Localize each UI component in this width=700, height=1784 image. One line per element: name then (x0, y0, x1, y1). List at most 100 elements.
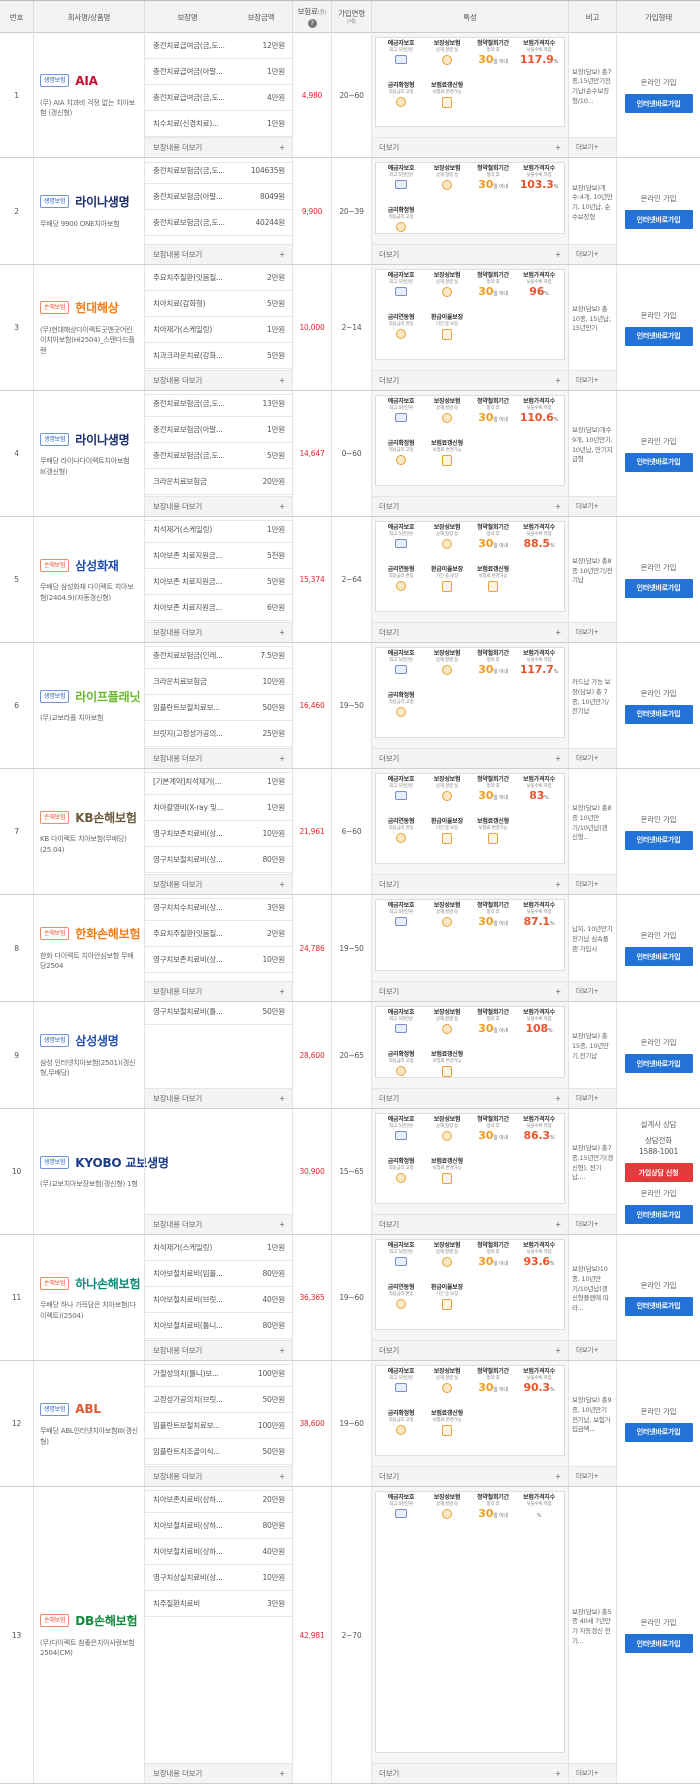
features-more-button[interactable]: 더보기 + (372, 748, 568, 768)
features-more-button[interactable]: 더보기 + (372, 1763, 568, 1783)
product-name[interactable]: (무)현대해상다이렉트굿앤굿어린이치아보험(Hi2504)_스탠다드플랜 (40, 325, 138, 357)
product-name[interactable]: 무배당 9900 ONE치아보험 (40, 219, 138, 230)
note-more-button[interactable]: 더보기 + (569, 981, 616, 1001)
coverage-more-button[interactable]: 보장내용 더보기 + (145, 1763, 292, 1783)
note-more-button[interactable]: 더보기 + (569, 1763, 616, 1783)
direct-join-button[interactable]: 인터넷바로가입 (624, 326, 693, 346)
product-name[interactable]: KB 다이렉트 치아보험(무배당)(25.04) (40, 834, 138, 855)
coverage-cell: 치아보존치료비(상하... 20만원 치아보철치료비(상하... 80만원 치아보철치료… (144, 1487, 292, 1783)
direct-join-button[interactable]: 인터넷바로가입 (624, 452, 693, 472)
product-name[interactable]: 삼성 인터넷치아보험(2501)(갱신형,무배당) (40, 1058, 138, 1079)
feature-renewal: 보험료갱신형 보험료 변경가능 (424, 82, 470, 123)
feature-deposit-protection: 예금자보호 최고 5천만원 (378, 272, 424, 313)
note-more-button[interactable]: 더보기 + (569, 496, 616, 516)
feature-guarantee-title: 보장성보험 (433, 650, 461, 657)
direct-join-button[interactable]: 인터넷바로가입 (624, 1054, 693, 1073)
direct-join-button[interactable]: 인터넷바로가입 (624, 704, 693, 724)
coverage-more-button[interactable]: 보장내용 더보기 + (145, 1088, 292, 1108)
product-name[interactable]: 한화 다이렉트 치아안심보험 무배당2504 (40, 951, 138, 972)
feature-deposit-protection-sub: 최고 5천만원 (389, 909, 413, 915)
coverage-amount: 1만원 (267, 803, 285, 812)
product-name[interactable]: 무배당 ABL인터넷치아보험III(갱신형) (40, 1426, 138, 1447)
note-more-button[interactable]: 더보기 + (569, 748, 616, 768)
features-more-button[interactable]: 더보기 + (372, 1214, 568, 1234)
note-more-button[interactable]: 더보기 + (569, 244, 616, 264)
direct-join-button[interactable]: 인터넷바로가입 (624, 94, 693, 113)
coverage-name: 충전치료급여금(금,도... (153, 41, 225, 50)
feature-fixed-rate: 금리확정형 적용금리 고정 (378, 1158, 424, 1199)
coverage-more-button[interactable]: 보장내용 더보기 + (145, 622, 292, 642)
note-more-button[interactable]: 더보기 + (569, 1340, 616, 1360)
insurance-type-badge: 생명보험 (40, 432, 70, 446)
product-name[interactable]: (무)교보라플 치아보험 (40, 713, 138, 724)
product-name[interactable]: (무) AIA 치과비 걱정 없는 치아보험 (갱신형) (40, 98, 138, 119)
coverage-more-button[interactable]: 보장내용 더보기 + (145, 244, 292, 264)
coverage-more-button[interactable]: 보장내용 더보기 + (145, 1214, 292, 1234)
cancel-days: 30 (478, 537, 494, 551)
features-more-button[interactable]: 더보기 + (372, 1466, 568, 1486)
feature-price-index-title: 보험가격지수 (523, 165, 555, 172)
coverage-item: 치과크라운치료(강화... 5만원 (145, 343, 292, 369)
plus-icon: + (554, 1472, 561, 1481)
price-index-number: 110.6 (519, 411, 554, 425)
coverage-more-button[interactable]: 보장내용 더보기 + (145, 981, 292, 1001)
col-note: 비고 (568, 1, 616, 34)
coverage-more-button[interactable]: 보장내용 더보기 + (145, 1466, 292, 1486)
price-index-number: 103.3 (519, 178, 554, 192)
direct-join-button[interactable]: 인터넷바로가입 (624, 1296, 693, 1316)
note-more-button[interactable]: 더보기 + (569, 874, 616, 894)
note-more-button[interactable]: 더보기 + (569, 1214, 616, 1234)
features-more-button[interactable]: 더보기 + (372, 1088, 568, 1108)
note-text: 납지, 10년만기 전기납 심속플랜 가입시 (572, 925, 613, 953)
features-grid: 예금자보호 최고 5천만원 보장성보험 상해,질병 등 청약철회기간 청약 후 30일 이내… (376, 522, 564, 607)
coverage-cell: 주요치주질환(잇몸질... 2만원 치아치료(감화형) 5만원 치아재가(스케일링) 1만… (144, 265, 292, 395)
note-more-button[interactable]: 더보기 + (569, 1466, 616, 1486)
note-more-button[interactable]: 더보기 + (569, 370, 616, 390)
coverage-more-button[interactable]: 보장내용 더보기 + (145, 137, 292, 157)
cancel-days: 30 (478, 915, 494, 929)
direct-join-button[interactable]: 인터넷바로가입 (624, 1205, 693, 1225)
coverage-item: 치아보철치료비(상하... 80만원 (145, 1513, 292, 1539)
direct-join-button[interactable]: 인터넷바로가입 (624, 947, 693, 966)
direct-join-button[interactable]: 인터넷바로가입 (624, 1634, 693, 1653)
coverage-more-button[interactable]: 보장내용 더보기 + (145, 748, 292, 768)
coverage-more-button[interactable]: 보장내용 더보기 + (145, 1340, 292, 1360)
coverage-more-button[interactable]: 보장내용 더보기 + (145, 874, 292, 894)
features-more-button[interactable]: 더보기 + (372, 370, 568, 390)
features-more-button[interactable]: 더보기 + (372, 622, 568, 642)
note-more-button[interactable]: 더보기 + (569, 622, 616, 642)
product-name[interactable]: (무)다이렉트 참좋은치아사랑보험2504(CM) (40, 1638, 138, 1659)
features-more-button[interactable]: 더보기 + (372, 874, 568, 894)
cancel-period-value: 30일 이내 (478, 285, 508, 299)
price-index-number: 117.7 (519, 663, 554, 677)
cancel-unit: 일 이내 (493, 291, 508, 298)
company-logo: 현대해상 (75, 301, 119, 316)
product-name[interactable]: 무배당 하나 가득담은 치아보험(다이렉트)(2504) (40, 1300, 138, 1321)
product-name[interactable]: (무)교보치아보장보험(갱신형) 1형 (40, 1179, 138, 1190)
feature-price-index: 보험가격지수 낮을수록 저렴 83% (516, 776, 562, 817)
note-more-button[interactable]: 더보기 + (569, 1088, 616, 1108)
features-more-button[interactable]: 더보기 + (372, 1340, 568, 1360)
product-name[interactable]: 무배당 삼성화재 다이렉트 치아보험(2404.9)(자동갱신형) (40, 582, 138, 603)
coverage-more-button[interactable]: 보장내용 더보기 + (145, 370, 292, 390)
features-more-button[interactable]: 더보기 + (372, 137, 568, 157)
note-more-button[interactable]: 더보기 + (569, 137, 616, 157)
consult-request-button[interactable]: 가입상담 신청 (624, 1163, 693, 1183)
features-more-button[interactable]: 더보기 + (372, 244, 568, 264)
product-name[interactable]: 무배당 라이나다이렉트치아보험II(갱신형) (40, 456, 138, 477)
feature-fixed-rate-sub: 적용금리 고정 (388, 699, 414, 705)
coverage-more-button[interactable]: 보장내용 더보기 + (145, 496, 292, 516)
coverage-name: 가철성의치(틀니)보... (153, 1369, 219, 1378)
direct-join-button[interactable]: 인터넷바로가입 (624, 210, 693, 229)
features-more-button[interactable]: 더보기 + (372, 496, 568, 516)
direct-join-button[interactable]: 인터넷바로가입 (624, 578, 693, 598)
feature-fixed-rate-title: 금리확정형 (387, 1158, 415, 1165)
direct-join-button[interactable]: 인터넷바로가입 (624, 830, 693, 850)
features-more-button[interactable]: 더보기 + (372, 981, 568, 1001)
coverage-amount: 25만원 (262, 729, 285, 738)
help-icon[interactable]: ? (307, 18, 317, 28)
feature-refund-guarantee: 환급이율보장 기간 중 보장 (424, 566, 470, 607)
direct-join-button[interactable]: 인터넷바로가입 (624, 1422, 693, 1442)
table-row: 3 손해보험 현대해상 (무)현대해상다이렉트굿앤굿어린이치아보험(Hi2504)_스… (0, 265, 700, 395)
cancel-days: 30 (478, 1381, 494, 1395)
